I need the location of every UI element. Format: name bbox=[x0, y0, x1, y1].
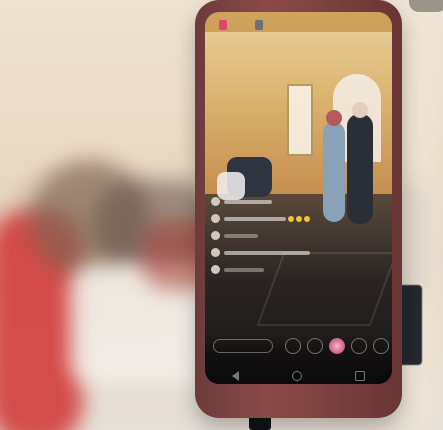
phone-top-bezel bbox=[409, 0, 443, 12]
groom-head bbox=[352, 102, 368, 118]
avatar bbox=[211, 214, 220, 223]
android-nav-bar bbox=[205, 368, 392, 384]
emoji-icon bbox=[296, 215, 302, 222]
comment-row bbox=[211, 248, 386, 257]
comment-text-bar bbox=[224, 199, 272, 204]
comment-input[interactable] bbox=[213, 339, 273, 353]
avatar bbox=[211, 197, 220, 206]
phone-screen bbox=[205, 12, 392, 384]
switch-camera-icon[interactable] bbox=[373, 338, 389, 354]
bride-head bbox=[326, 110, 342, 126]
effects-icon[interactable] bbox=[329, 338, 345, 354]
question-icon[interactable] bbox=[285, 338, 301, 354]
avatar bbox=[211, 248, 220, 257]
comment-row bbox=[211, 214, 386, 223]
photo-frame bbox=[0, 0, 443, 430]
emoji-icon bbox=[304, 215, 310, 222]
comment-text-bar bbox=[224, 250, 310, 255]
back-icon[interactable] bbox=[231, 371, 239, 381]
smartphone bbox=[195, 0, 443, 418]
comment-row bbox=[211, 265, 386, 274]
comment-row bbox=[211, 231, 386, 240]
send-icon[interactable] bbox=[307, 338, 323, 354]
home-icon[interactable] bbox=[291, 371, 302, 381]
avatar bbox=[211, 265, 220, 274]
avatar bbox=[211, 231, 220, 240]
comment-text-bar bbox=[224, 267, 264, 272]
live-badge bbox=[219, 20, 227, 30]
comment-text-bar bbox=[224, 216, 286, 221]
viewer-count-badge bbox=[255, 20, 263, 30]
edit-icon[interactable] bbox=[351, 338, 367, 354]
comment-text-bar bbox=[224, 233, 258, 238]
emoji-icon bbox=[288, 215, 294, 222]
recents-icon[interactable] bbox=[355, 371, 366, 381]
comment-row bbox=[211, 197, 386, 206]
window bbox=[287, 84, 313, 156]
live-comments bbox=[211, 197, 386, 282]
seated-guest-dress bbox=[217, 172, 245, 200]
